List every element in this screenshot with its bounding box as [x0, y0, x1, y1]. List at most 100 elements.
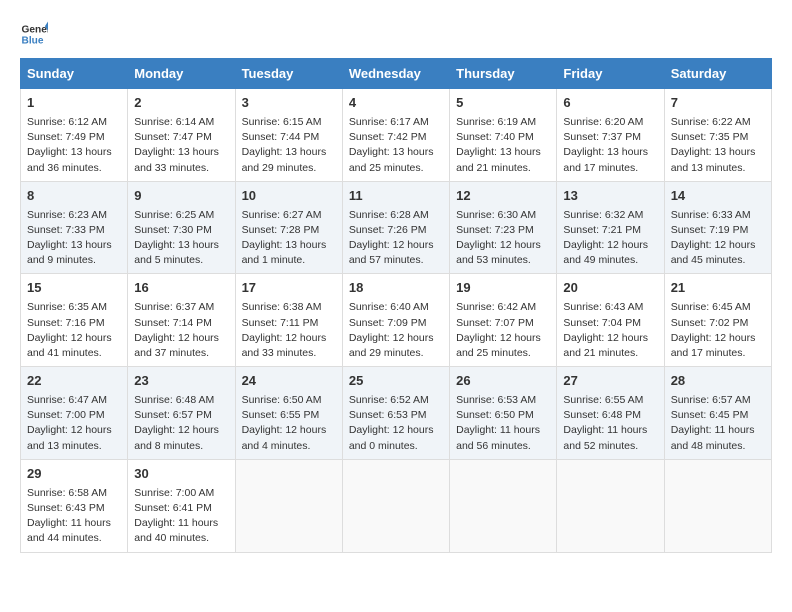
day-number: 10: [242, 187, 336, 206]
day-number: 27: [563, 372, 657, 391]
calendar-cell-1-6: 14 Sunrise: 6:33 AMSunset: 7:19 PMDayligh…: [664, 181, 771, 274]
day-number: 22: [27, 372, 121, 391]
calendar-cell-1-3: 11 Sunrise: 6:28 AMSunset: 7:26 PMDayligh…: [342, 181, 449, 274]
calendar-cell-3-2: 24Sunrise: 6:50 AMSunset: 6:55 PMDayligh…: [235, 367, 342, 460]
calendar-week-2: 8 Sunrise: 6:23 AMSunset: 7:33 PMDaylight…: [21, 181, 772, 274]
day-info: Sunrise: 6:20 AMSunset: 7:37 PMDaylight:…: [563, 115, 657, 176]
day-number: 25: [349, 372, 443, 391]
day-info: Sunrise: 6:33 AMSunset: 7:19 PMDaylight:…: [671, 208, 765, 269]
calendar-cell-3-6: 28 Sunrise: 6:57 AMSunset: 6:45 PMDayligh…: [664, 367, 771, 460]
day-info: Sunrise: 6:35 AMSunset: 7:16 PMDaylight:…: [27, 300, 121, 361]
calendar-cell-2-2: 17 Sunrise: 6:38 AMSunset: 7:11 PMDayligh…: [235, 274, 342, 367]
day-info: Sunrise: 6:45 AMSunset: 7:02 PMDaylight:…: [671, 300, 765, 361]
day-info: Sunrise: 6:28 AMSunset: 7:26 PMDaylight:…: [349, 208, 443, 269]
day-info: Sunrise: 6:50 AMSunset: 6:55 PMDaylight:…: [242, 393, 336, 454]
calendar-cell-0-4: 5Sunrise: 6:19 AMSunset: 7:40 PMDaylight…: [450, 89, 557, 182]
logo-icon: General Blue: [20, 20, 48, 48]
day-number: 11: [349, 187, 443, 206]
day-number: 1: [27, 94, 121, 113]
header-tuesday: Tuesday: [235, 59, 342, 89]
calendar-cell-1-5: 13 Sunrise: 6:32 AMSunset: 7:21 PMDayligh…: [557, 181, 664, 274]
day-number: 2: [134, 94, 228, 113]
day-info: Sunrise: 6:22 AMSunset: 7:35 PMDaylight:…: [671, 115, 765, 176]
day-info: Sunrise: 6:14 AMSunset: 7:47 PMDaylight:…: [134, 115, 228, 176]
calendar-cell-4-3: [342, 459, 449, 552]
header-wednesday: Wednesday: [342, 59, 449, 89]
calendar-cell-3-4: 26 Sunrise: 6:53 AMSunset: 6:50 PMDayligh…: [450, 367, 557, 460]
calendar-cell-1-4: 12 Sunrise: 6:30 AMSunset: 7:23 PMDayligh…: [450, 181, 557, 274]
day-info: Sunrise: 6:43 AMSunset: 7:04 PMDaylight:…: [563, 300, 657, 361]
day-number: 3: [242, 94, 336, 113]
day-number: 23: [134, 372, 228, 391]
day-info: Sunrise: 6:17 AMSunset: 7:42 PMDaylight:…: [349, 115, 443, 176]
calendar-cell-1-1: 9Sunrise: 6:25 AMSunset: 7:30 PMDaylight…: [128, 181, 235, 274]
day-number: 15: [27, 279, 121, 298]
calendar-cell-3-3: 25 Sunrise: 6:52 AMSunset: 6:53 PMDayligh…: [342, 367, 449, 460]
day-number: 20: [563, 279, 657, 298]
day-info: Sunrise: 6:12 AMSunset: 7:49 PMDaylight:…: [27, 115, 121, 176]
day-info: Sunrise: 6:53 AMSunset: 6:50 PMDaylight:…: [456, 393, 550, 454]
calendar-cell-2-4: 19 Sunrise: 6:42 AMSunset: 7:07 PMDayligh…: [450, 274, 557, 367]
day-number: 30: [134, 465, 228, 484]
calendar-cell-0-3: 4Sunrise: 6:17 AMSunset: 7:42 PMDaylight…: [342, 89, 449, 182]
day-info: Sunrise: 6:25 AMSunset: 7:30 PMDaylight:…: [134, 208, 228, 269]
calendar-cell-0-0: 1 Sunrise: 6:12 AMSunset: 7:49 PMDaylight…: [21, 89, 128, 182]
day-info: Sunrise: 6:37 AMSunset: 7:14 PMDaylight:…: [134, 300, 228, 361]
calendar-table: SundayMondayTuesdayWednesdayThursdayFrid…: [20, 58, 772, 553]
day-number: 5: [456, 94, 550, 113]
svg-text:Blue: Blue: [22, 35, 44, 46]
day-info: Sunrise: 6:30 AMSunset: 7:23 PMDaylight:…: [456, 208, 550, 269]
day-number: 13: [563, 187, 657, 206]
calendar-week-1: 1 Sunrise: 6:12 AMSunset: 7:49 PMDaylight…: [21, 89, 772, 182]
calendar-cell-2-1: 16 Sunrise: 6:37 AMSunset: 7:14 PMDayligh…: [128, 274, 235, 367]
day-number: 26: [456, 372, 550, 391]
svg-text:General: General: [22, 24, 48, 35]
calendar-cell-3-5: 27 Sunrise: 6:55 AMSunset: 6:48 PMDayligh…: [557, 367, 664, 460]
header-saturday: Saturday: [664, 59, 771, 89]
day-number: 19: [456, 279, 550, 298]
calendar-cell-1-0: 8 Sunrise: 6:23 AMSunset: 7:33 PMDaylight…: [21, 181, 128, 274]
day-number: 8: [27, 187, 121, 206]
calendar-week-5: 29 Sunrise: 6:58 AMSunset: 6:43 PMDayligh…: [21, 459, 772, 552]
day-number: 17: [242, 279, 336, 298]
header-friday: Friday: [557, 59, 664, 89]
day-info: Sunrise: 6:52 AMSunset: 6:53 PMDaylight:…: [349, 393, 443, 454]
day-info: Sunrise: 6:23 AMSunset: 7:33 PMDaylight:…: [27, 208, 121, 269]
header-thursday: Thursday: [450, 59, 557, 89]
calendar-cell-4-1: 30Sunrise: 7:00 AMSunset: 6:41 PMDayligh…: [128, 459, 235, 552]
calendar-cell-4-5: [557, 459, 664, 552]
day-info: Sunrise: 6:32 AMSunset: 7:21 PMDaylight:…: [563, 208, 657, 269]
header-monday: Monday: [128, 59, 235, 89]
calendar-cell-0-1: 2 Sunrise: 6:14 AMSunset: 7:47 PMDaylight…: [128, 89, 235, 182]
calendar-week-4: 22 Sunrise: 6:47 AMSunset: 7:00 PMDayligh…: [21, 367, 772, 460]
day-number: 28: [671, 372, 765, 391]
calendar-cell-2-0: 15 Sunrise: 6:35 AMSunset: 7:16 PMDayligh…: [21, 274, 128, 367]
calendar-cell-2-6: 21 Sunrise: 6:45 AMSunset: 7:02 PMDayligh…: [664, 274, 771, 367]
calendar-cell-2-3: 18 Sunrise: 6:40 AMSunset: 7:09 PMDayligh…: [342, 274, 449, 367]
calendar-cell-3-1: 23Sunrise: 6:48 AMSunset: 6:57 PMDayligh…: [128, 367, 235, 460]
day-info: Sunrise: 6:55 AMSunset: 6:48 PMDaylight:…: [563, 393, 657, 454]
header-sunday: Sunday: [21, 59, 128, 89]
day-info: Sunrise: 6:47 AMSunset: 7:00 PMDaylight:…: [27, 393, 121, 454]
calendar-cell-4-4: [450, 459, 557, 552]
calendar-cell-0-5: 6Sunrise: 6:20 AMSunset: 7:37 PMDaylight…: [557, 89, 664, 182]
calendar-cell-1-2: 10 Sunrise: 6:27 AMSunset: 7:28 PMDayligh…: [235, 181, 342, 274]
day-info: Sunrise: 6:38 AMSunset: 7:11 PMDaylight:…: [242, 300, 336, 361]
calendar-cell-2-5: 20 Sunrise: 6:43 AMSunset: 7:04 PMDayligh…: [557, 274, 664, 367]
day-number: 12: [456, 187, 550, 206]
day-info: Sunrise: 6:58 AMSunset: 6:43 PMDaylight:…: [27, 486, 121, 547]
day-number: 16: [134, 279, 228, 298]
calendar-week-3: 15 Sunrise: 6:35 AMSunset: 7:16 PMDayligh…: [21, 274, 772, 367]
day-number: 18: [349, 279, 443, 298]
calendar-cell-0-6: 7Sunrise: 6:22 AMSunset: 7:35 PMDaylight…: [664, 89, 771, 182]
day-number: 29: [27, 465, 121, 484]
day-number: 21: [671, 279, 765, 298]
calendar-cell-3-0: 22 Sunrise: 6:47 AMSunset: 7:00 PMDayligh…: [21, 367, 128, 460]
day-number: 14: [671, 187, 765, 206]
day-info: Sunrise: 6:40 AMSunset: 7:09 PMDaylight:…: [349, 300, 443, 361]
calendar-cell-0-2: 3Sunrise: 6:15 AMSunset: 7:44 PMDaylight…: [235, 89, 342, 182]
day-info: Sunrise: 6:42 AMSunset: 7:07 PMDaylight:…: [456, 300, 550, 361]
calendar-cell-4-0: 29 Sunrise: 6:58 AMSunset: 6:43 PMDayligh…: [21, 459, 128, 552]
day-info: Sunrise: 6:57 AMSunset: 6:45 PMDaylight:…: [671, 393, 765, 454]
day-info: Sunrise: 6:27 AMSunset: 7:28 PMDaylight:…: [242, 208, 336, 269]
